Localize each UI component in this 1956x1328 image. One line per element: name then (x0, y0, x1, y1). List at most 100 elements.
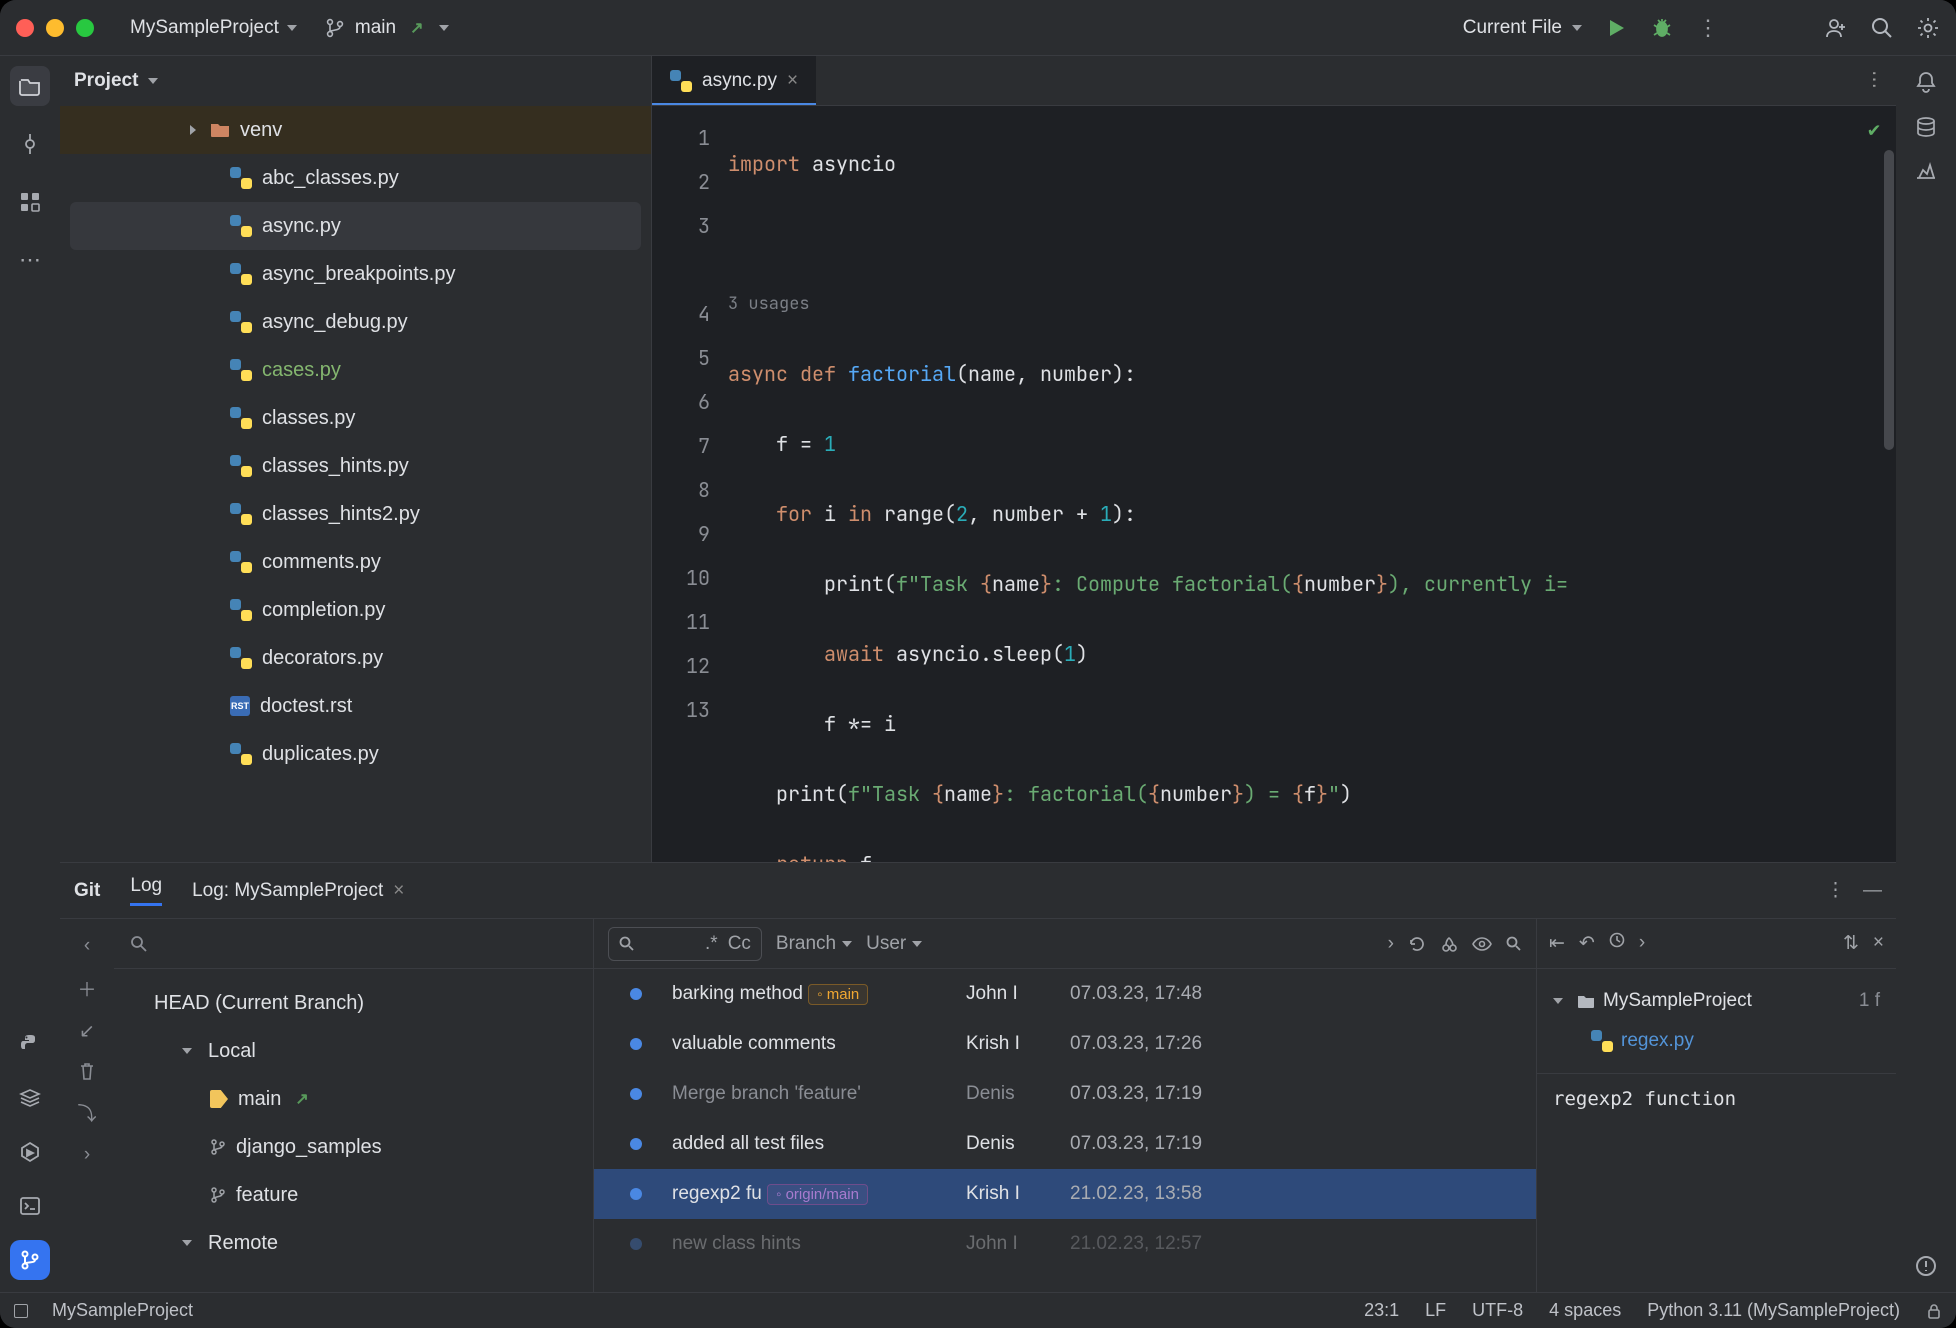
more-actions-button[interactable]: ⋮ (1696, 16, 1720, 40)
tree-file[interactable]: comments.py (60, 538, 651, 586)
sciview-tool-button[interactable] (1915, 160, 1937, 180)
status-indent[interactable]: 4 spaces (1549, 1300, 1621, 1321)
tool-window-toggle[interactable] (14, 1304, 28, 1318)
database-tool-button[interactable] (1915, 116, 1937, 138)
problems-tool-button[interactable] (1914, 1254, 1938, 1278)
python-packages-button[interactable] (10, 1078, 50, 1118)
collapse-icon[interactable]: ‹ (84, 935, 90, 957)
run-button[interactable] (1604, 16, 1628, 40)
tree-file[interactable]: decorators.py (60, 634, 651, 682)
detail-file-row[interactable]: regex.py (1553, 1021, 1880, 1061)
tree-file[interactable]: cases.py (60, 346, 651, 394)
tree-file[interactable]: async_breakpoints.py (60, 250, 651, 298)
branch-search[interactable] (114, 919, 593, 969)
branch-django-samples[interactable]: django_samples (114, 1123, 593, 1171)
commit-row[interactable]: regexp2 fu ◦ origin/mainKrish I21.02.23,… (594, 1169, 1536, 1219)
commit-row[interactable]: Merge branch 'feature' Denis07.03.23, 17… (594, 1069, 1536, 1119)
tree-file[interactable]: async_debug.py (60, 298, 651, 346)
close-window-button[interactable] (16, 19, 34, 37)
prev-diff-icon[interactable]: ⇤ (1549, 932, 1565, 955)
close-detail-icon[interactable]: × (1873, 932, 1884, 955)
tree-file[interactable]: classes_hints.py (60, 442, 651, 490)
search-everywhere-button[interactable] (1870, 16, 1894, 40)
status-project[interactable]: MySampleProject (52, 1300, 193, 1321)
branch-filter[interactable]: Branch (776, 933, 852, 955)
tree-file[interactable]: async.py (70, 202, 641, 250)
commit-search[interactable]: .* Cc (608, 927, 762, 961)
eye-icon[interactable] (1472, 936, 1492, 952)
status-caret-pos[interactable]: 23:1 (1364, 1300, 1399, 1321)
minimize-panel-button[interactable]: — (1863, 880, 1882, 902)
delete-branch-icon[interactable] (78, 1061, 96, 1081)
editor-scrollbar[interactable] (1884, 150, 1894, 450)
undo-icon[interactable]: ↶ (1579, 932, 1595, 955)
history-icon[interactable] (1609, 932, 1625, 955)
git-tab-log-project[interactable]: Log: MySampleProject× (192, 880, 404, 902)
debug-button[interactable] (1650, 16, 1674, 40)
status-interpreter[interactable]: Python 3.11 (MySampleProject) (1647, 1300, 1900, 1321)
panel-options-button[interactable]: ⋮ (1826, 879, 1845, 902)
close-icon[interactable]: × (393, 880, 404, 901)
refresh-icon[interactable] (1408, 935, 1426, 953)
tree-file[interactable]: duplicates.py (60, 730, 651, 778)
status-line-sep[interactable]: LF (1425, 1300, 1446, 1321)
run-config-selector[interactable]: Current File (1463, 17, 1582, 39)
tab-options-button[interactable]: ⋯ (1862, 70, 1885, 91)
maximize-window-button[interactable] (76, 19, 94, 37)
project-panel-header[interactable]: Project (60, 56, 651, 106)
tree-file[interactable]: classes_hints2.py (60, 490, 651, 538)
project-chooser[interactable]: MySampleProject (130, 17, 297, 39)
fetch-icon[interactable]: ⤵ (77, 1099, 96, 1126)
more-tool-button[interactable]: ⋯ (10, 240, 50, 280)
find-icon[interactable] (1506, 936, 1522, 952)
structure-tool-button[interactable] (10, 182, 50, 222)
tree-file[interactable]: classes.py (60, 394, 651, 442)
new-branch-icon[interactable]: ＋ (77, 975, 96, 1002)
branch-group-remote[interactable]: Remote (114, 1219, 593, 1267)
go-to-hash-icon[interactable]: › (1388, 933, 1394, 955)
commit-row[interactable]: new class hints John I21.02.23, 12:57 (594, 1219, 1536, 1269)
close-tab-icon[interactable]: × (787, 70, 798, 92)
detail-project-row[interactable]: MySampleProject 1 f (1553, 981, 1880, 1021)
python-console-button[interactable] (10, 1024, 50, 1064)
regex-toggle[interactable]: .* (705, 933, 718, 955)
terminal-tool-button[interactable] (10, 1186, 50, 1226)
user-filter[interactable]: User (866, 933, 922, 955)
services-tool-button[interactable] (10, 1132, 50, 1172)
commit-row[interactable]: barking method ◦ mainJohn I07.03.23, 17:… (594, 969, 1536, 1019)
editor-tab-async[interactable]: async.py × (652, 56, 816, 105)
code-editor[interactable]: 12345678910111213 import asyncio 3 usage… (652, 106, 1896, 862)
tree-file[interactable]: completion.py (60, 586, 651, 634)
commit-tool-button[interactable] (10, 124, 50, 164)
project-tool-button[interactable] (10, 66, 50, 106)
vcs-branch-widget[interactable]: main ↗ (325, 17, 450, 39)
notifications-button[interactable] (1915, 70, 1937, 94)
tree-file[interactable]: RSTdoctest.rst (60, 682, 651, 730)
match-case-toggle[interactable]: Cc (728, 933, 751, 955)
status-encoding[interactable]: UTF-8 (1472, 1300, 1523, 1321)
commit-row[interactable]: valuable comments Krish I07.03.23, 17:26 (594, 1019, 1536, 1069)
version-control-tool-button[interactable] (10, 1240, 50, 1280)
expand-icon[interactable]: › (84, 1144, 90, 1166)
usages-hint[interactable]: 3 usages (728, 282, 1896, 326)
project-tree[interactable]: venvabc_classes.pyasync.pyasync_breakpoi… (60, 106, 651, 862)
inspection-ok-icon[interactable]: ✔ (1868, 116, 1880, 142)
tree-folder-venv[interactable]: venv (60, 106, 651, 154)
checkout-icon[interactable]: ↙ (79, 1020, 95, 1043)
expand-all-icon[interactable]: ⇅ (1843, 932, 1859, 955)
tree-file[interactable]: abc_classes.py (60, 154, 651, 202)
branch-main[interactable]: main↗ (114, 1075, 593, 1123)
next-diff-icon[interactable]: › (1639, 932, 1645, 955)
commits-list[interactable]: barking method ◦ mainJohn I07.03.23, 17:… (594, 969, 1536, 1292)
git-tab-git[interactable]: Git (74, 880, 100, 902)
settings-button[interactable] (1916, 16, 1940, 40)
minimize-window-button[interactable] (46, 19, 64, 37)
code-content[interactable]: import asyncio 3 usages async def factor… (722, 106, 1896, 862)
git-tab-log[interactable]: Log (130, 875, 162, 906)
branch-group-local[interactable]: Local (114, 1027, 593, 1075)
cherry-pick-icon[interactable] (1440, 935, 1458, 953)
branch-head[interactable]: HEAD (Current Branch) (114, 979, 593, 1027)
code-with-me-button[interactable] (1824, 16, 1848, 40)
commit-row[interactable]: added all test files Denis07.03.23, 17:1… (594, 1119, 1536, 1169)
branch-feature[interactable]: feature (114, 1171, 593, 1219)
